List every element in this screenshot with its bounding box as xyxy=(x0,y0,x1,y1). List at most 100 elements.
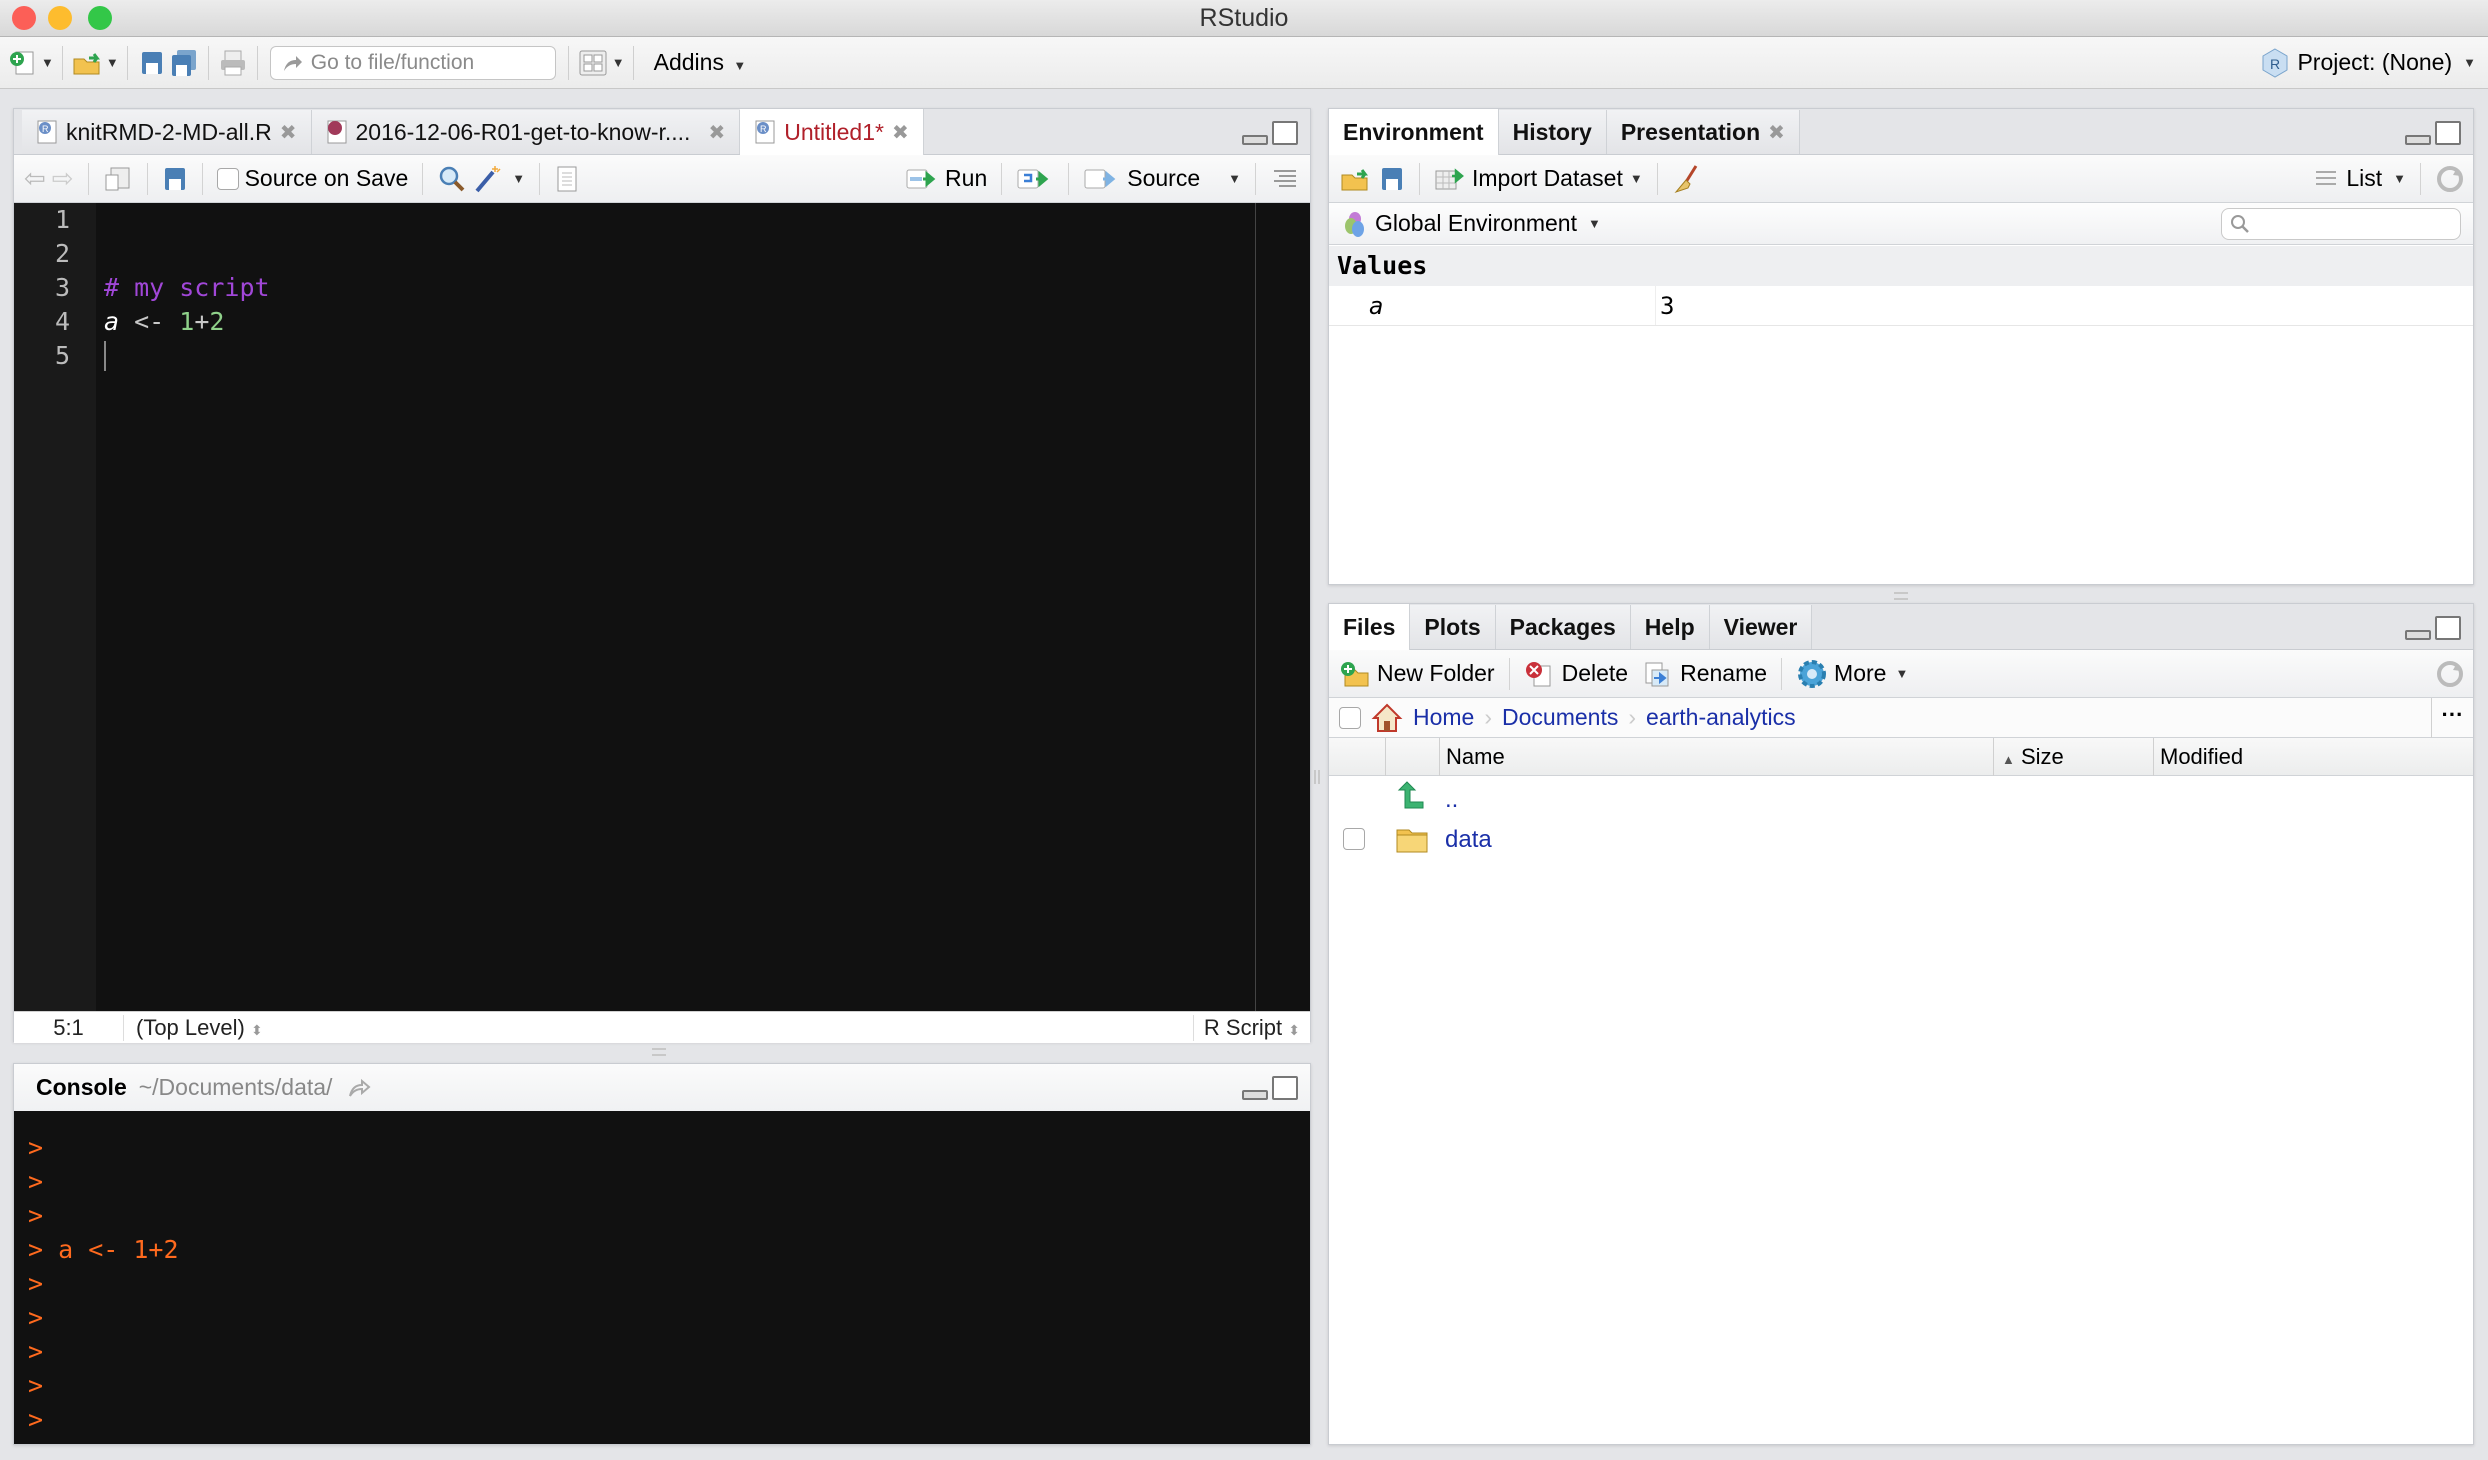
tab-plots[interactable]: Plots xyxy=(1410,605,1496,649)
save-all-icon xyxy=(171,49,196,76)
tab-environment[interactable]: Environment xyxy=(1329,109,1499,155)
tab-files[interactable]: Files xyxy=(1329,604,1411,650)
show-in-window-icon[interactable] xyxy=(103,165,133,193)
file-row-data[interactable]: data xyxy=(1329,818,2473,860)
delete-label: Delete xyxy=(1561,660,1629,686)
go-to-directory-icon[interactable] xyxy=(346,1076,376,1100)
right-horizontal-splitter[interactable] xyxy=(1894,592,1908,600)
file-name-link[interactable]: data xyxy=(1445,826,1492,854)
tab-history[interactable]: History xyxy=(1498,110,1607,154)
save-workspace-icon[interactable] xyxy=(1379,165,1405,193)
more-menu[interactable]: More ▼ xyxy=(1796,658,1908,690)
code-tools-wand-icon[interactable] xyxy=(473,164,503,194)
addins-menu[interactable]: Addins ▼ xyxy=(654,49,747,76)
tab-help[interactable]: Help xyxy=(1630,605,1710,649)
forward-icon[interactable]: ⇨ xyxy=(52,163,74,194)
tab-packages[interactable]: Packages xyxy=(1495,605,1631,649)
pane-min-max-controls[interactable] xyxy=(2405,616,2461,640)
pane-min-max-controls[interactable] xyxy=(1242,1076,1298,1100)
pane-layout-dropdown-icon[interactable]: ▼ xyxy=(612,55,625,70)
document-outline-icon[interactable] xyxy=(1270,166,1300,192)
close-tab-icon[interactable]: ✖ xyxy=(708,120,725,145)
svg-text:R: R xyxy=(2270,56,2280,72)
editor-tab-untitled1[interactable]: R Untitled1* ✖ xyxy=(740,109,924,155)
clear-workspace-broom-icon[interactable] xyxy=(1672,164,1702,194)
search-icon[interactable] xyxy=(437,165,467,193)
back-icon[interactable]: ⇦ xyxy=(24,163,46,194)
column-name[interactable]: Name xyxy=(1439,738,1505,776)
vertical-splitter[interactable] xyxy=(1314,770,1320,784)
delete-button[interactable]: Delete xyxy=(1524,660,1628,688)
breadcrumb-home[interactable]: Home xyxy=(1413,704,1474,731)
pane-min-max-controls[interactable] xyxy=(1242,121,1298,145)
refresh-icon[interactable] xyxy=(2435,659,2465,689)
more-path-button[interactable]: ··· xyxy=(2431,697,2473,738)
new-file-dropdown-icon[interactable]: ▼ xyxy=(41,55,54,70)
editor-tab-knitrmd[interactable]: R knitRMD-2-MD-all.R ✖ xyxy=(22,110,312,154)
maximize-pane-icon[interactable] xyxy=(1272,121,1298,145)
source-button[interactable]: Source xyxy=(1083,165,1200,192)
console-output[interactable]: > > > > a <- 1+2 > > > > > xyxy=(14,1111,1310,1444)
column-size[interactable]: ▲ Size xyxy=(1993,738,2064,776)
save-all-button[interactable] xyxy=(168,48,200,78)
breadcrumb-documents[interactable]: Documents xyxy=(1502,704,1618,731)
source-on-save-checkbox[interactable] xyxy=(216,167,239,190)
project-menu[interactable]: R Project: (None) ▼ xyxy=(2261,47,2476,79)
source-dropdown-icon[interactable]: ▼ xyxy=(1228,171,1241,186)
editor-tab-rmd[interactable]: 2016-12-06-R01-get-to-know-r.... ✖ xyxy=(311,110,741,154)
environment-search-input[interactable] xyxy=(2221,207,2461,240)
view-mode-selector[interactable]: List ▼ xyxy=(2314,165,2406,192)
close-window-button[interactable] xyxy=(12,6,36,30)
select-all-checkbox[interactable] xyxy=(1339,706,1361,729)
open-file-button[interactable] xyxy=(71,48,103,78)
horizontal-splitter[interactable] xyxy=(652,1048,666,1056)
minimize-pane-icon[interactable] xyxy=(2405,135,2431,145)
maximize-pane-icon[interactable] xyxy=(1272,1076,1298,1100)
project-icon: R xyxy=(2262,47,2288,78)
source-icon xyxy=(1084,169,1116,188)
open-file-dropdown-icon[interactable]: ▼ xyxy=(106,55,119,70)
tab-presentation[interactable]: Presentation ✖ xyxy=(1606,110,1800,154)
file-row-parent[interactable]: .. xyxy=(1329,776,2473,818)
save-button[interactable] xyxy=(136,48,168,78)
pane-min-max-controls[interactable] xyxy=(2405,121,2461,145)
save-icon[interactable] xyxy=(162,165,188,193)
code-line[interactable]: # my script xyxy=(104,271,270,305)
close-tab-icon[interactable]: ✖ xyxy=(1768,120,1785,145)
scope-selector[interactable]: (Top Level) ⬍ xyxy=(136,1015,263,1041)
minimize-pane-icon[interactable] xyxy=(1242,1090,1268,1100)
console-title[interactable]: Console xyxy=(36,1074,127,1101)
column-modified[interactable]: Modified xyxy=(2153,738,2243,776)
maximize-pane-icon[interactable] xyxy=(2435,121,2461,145)
new-file-button[interactable] xyxy=(6,48,38,78)
minimize-window-button[interactable] xyxy=(48,6,72,30)
refresh-icon[interactable] xyxy=(2435,164,2465,194)
print-button[interactable] xyxy=(217,48,249,78)
minimize-pane-icon[interactable] xyxy=(1242,135,1268,145)
load-workspace-icon[interactable] xyxy=(1339,165,1373,193)
breadcrumb-earth-analytics[interactable]: earth-analytics xyxy=(1646,704,1796,731)
file-name-link[interactable]: .. xyxy=(1445,786,1458,814)
pane-layout-button[interactable] xyxy=(577,48,609,78)
rerun-icon[interactable] xyxy=(1016,166,1054,192)
run-button[interactable]: Run xyxy=(905,165,987,192)
environment-scope-selector[interactable]: Global Environment ▼ xyxy=(1343,210,1601,238)
code-editor[interactable]: 12345 # my script a <- 1+2 xyxy=(14,203,1310,1011)
new-folder-button[interactable]: New Folder xyxy=(1339,660,1495,688)
file-type-selector[interactable]: R Script ⬍ xyxy=(1192,1014,1310,1041)
maximize-pane-icon[interactable] xyxy=(2435,616,2461,640)
file-select-checkbox[interactable] xyxy=(1343,828,1365,850)
import-dataset-button[interactable]: Import Dataset ▼ xyxy=(1434,165,1643,192)
close-tab-icon[interactable]: ✖ xyxy=(280,120,297,145)
code-line[interactable]: a <- 1+2 xyxy=(104,305,224,339)
go-to-file-input[interactable]: Go to file/function xyxy=(269,45,556,80)
zoom-window-button[interactable] xyxy=(88,6,112,30)
rename-button[interactable]: Rename xyxy=(1642,660,1767,688)
close-tab-icon[interactable]: ✖ xyxy=(892,120,909,145)
compile-report-icon[interactable] xyxy=(554,165,580,193)
home-icon[interactable] xyxy=(1371,702,1403,734)
environment-row[interactable]: a 3 xyxy=(1329,286,2473,326)
code-tools-dropdown-icon[interactable]: ▼ xyxy=(512,171,525,186)
tab-viewer[interactable]: Viewer xyxy=(1709,605,1813,649)
minimize-pane-icon[interactable] xyxy=(2405,630,2431,640)
